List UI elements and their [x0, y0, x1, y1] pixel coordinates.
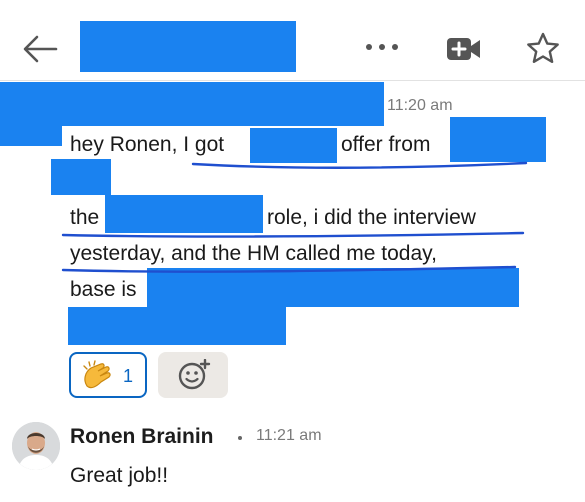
avatar[interactable]: [12, 422, 60, 470]
reaction-clap-pill[interactable]: 1: [69, 352, 147, 398]
avatar-photo: [12, 422, 60, 470]
add-emoji-icon: [178, 359, 211, 390]
add-reaction-button[interactable]: [158, 352, 228, 398]
highlight-underline-marks: [61, 161, 528, 273]
separator-dot: [238, 436, 242, 440]
reaction-count: 1: [123, 366, 134, 386]
sender-name[interactable]: Ronen Brainin: [70, 425, 214, 449]
clapping-hands-icon: [83, 360, 111, 389]
message-text: Great job!!: [70, 464, 169, 487]
message-timestamp: 11:21 am: [256, 427, 322, 444]
